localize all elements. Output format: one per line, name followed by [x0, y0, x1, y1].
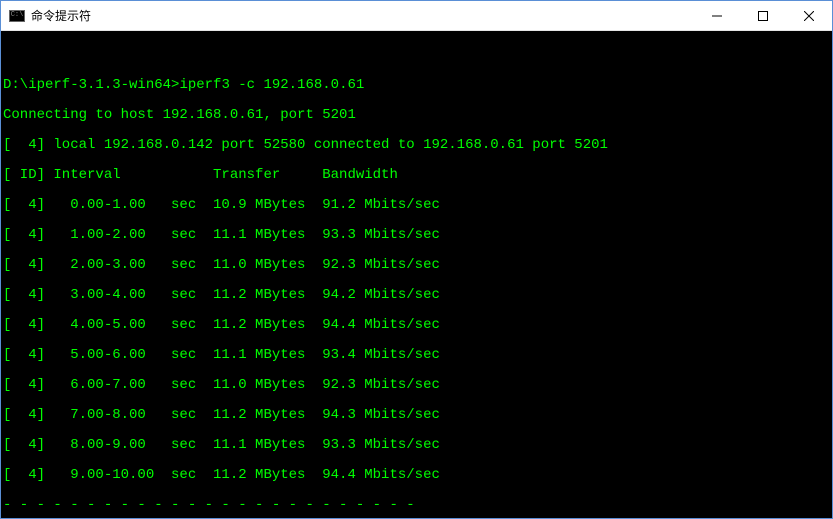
connecting-line: Connecting to host 192.168.0.61, port 52…	[3, 108, 832, 123]
header-line: [ ID] Interval Transfer Bandwidth	[3, 168, 832, 183]
data-row: [ 4] 3.00-4.00 sec 11.2 MBytes 94.2 Mbit…	[3, 288, 832, 303]
data-row: [ 4] 5.00-6.00 sec 11.1 MBytes 93.4 Mbit…	[3, 348, 832, 363]
data-row: [ 4] 2.00-3.00 sec 11.0 MBytes 92.3 Mbit…	[3, 258, 832, 273]
terminal-line	[3, 48, 832, 63]
close-button[interactable]	[786, 1, 832, 30]
title-bar[interactable]: C:\ 命令提示符	[1, 1, 832, 31]
data-row: [ 4] 1.00-2.00 sec 11.1 MBytes 93.3 Mbit…	[3, 228, 832, 243]
data-row: [ 4] 8.00-9.00 sec 11.1 MBytes 93.3 Mbit…	[3, 438, 832, 453]
data-row: [ 4] 6.00-7.00 sec 11.0 MBytes 92.3 Mbit…	[3, 378, 832, 393]
divider-line: - - - - - - - - - - - - - - - - - - - - …	[3, 498, 832, 513]
local-line: [ 4] local 192.168.0.142 port 52580 conn…	[3, 138, 832, 153]
maximize-button[interactable]	[740, 1, 786, 30]
window-title: 命令提示符	[31, 7, 694, 24]
window-controls	[694, 1, 832, 30]
command-prompt-window: C:\ 命令提示符 D:\iperf-3.1.3-win64>iperf3 -c…	[0, 0, 833, 519]
cmd-icon-label: C:\	[11, 12, 24, 19]
cmd-icon: C:\	[9, 10, 25, 22]
data-row: [ 4] 0.00-1.00 sec 10.9 MBytes 91.2 Mbit…	[3, 198, 832, 213]
prompt-path: D:\iperf-3.1.3-win64>	[3, 77, 179, 93]
minimize-button[interactable]	[694, 1, 740, 30]
data-row: [ 4] 9.00-10.00 sec 11.2 MBytes 94.4 Mbi…	[3, 468, 832, 483]
prompt-line: D:\iperf-3.1.3-win64>iperf3 -c 192.168.0…	[3, 78, 832, 93]
terminal-output[interactable]: D:\iperf-3.1.3-win64>iperf3 -c 192.168.0…	[1, 31, 832, 518]
command-text: iperf3 -c 192.168.0.61	[179, 77, 364, 93]
data-row: [ 4] 4.00-5.00 sec 11.2 MBytes 94.4 Mbit…	[3, 318, 832, 333]
data-row: [ 4] 7.00-8.00 sec 11.2 MBytes 94.3 Mbit…	[3, 408, 832, 423]
